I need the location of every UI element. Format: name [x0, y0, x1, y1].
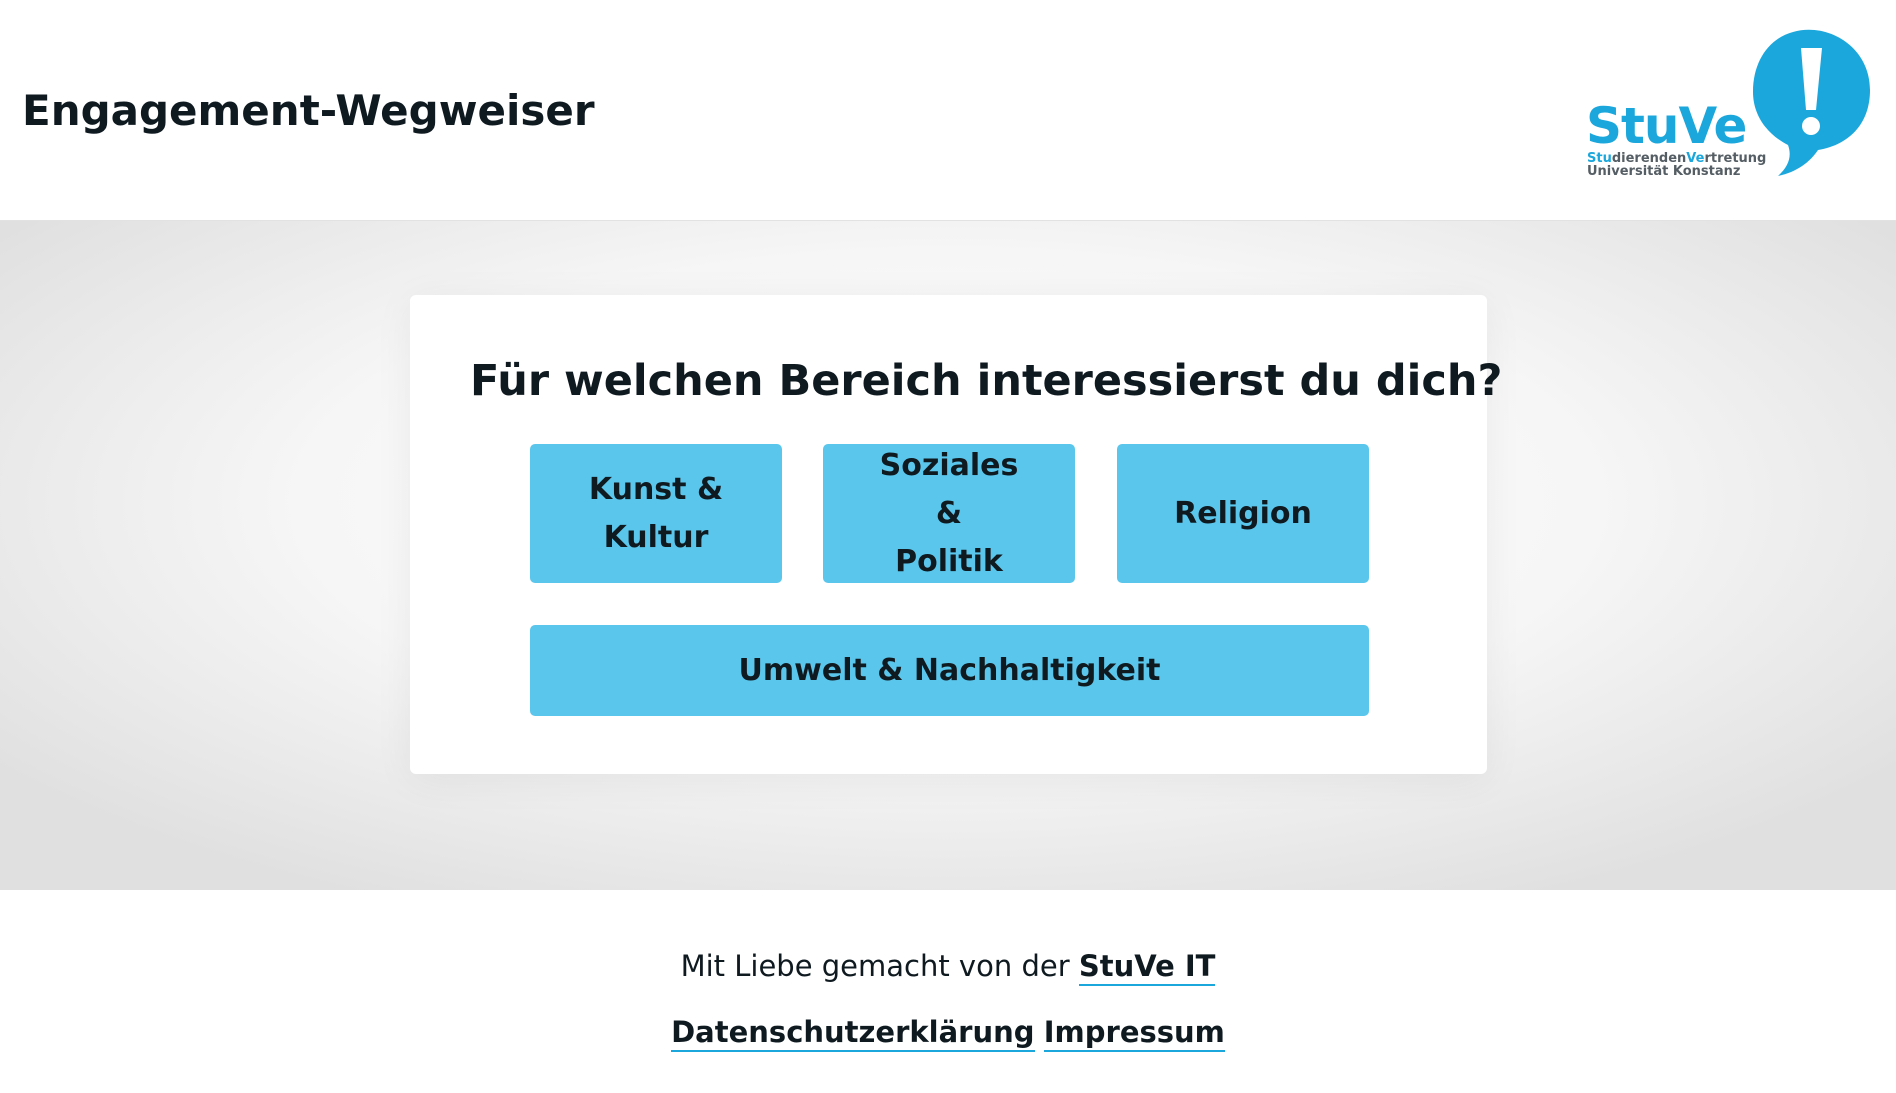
app-title: Engagement-Wegweiser: [22, 86, 595, 135]
option-button-kunst-kultur[interactable]: Kunst & Kultur: [530, 444, 782, 583]
option-button-soziales-politik[interactable]: Soziales & Politik: [823, 444, 1075, 583]
option-label-line2: Kultur: [603, 519, 709, 555]
imprint-link[interactable]: Impressum: [1043, 1015, 1225, 1052]
made-by-text: Mit Liebe gemacht von der: [680, 949, 1070, 983]
option-label-line1: Kunst &: [588, 471, 724, 507]
option-button-umwelt-nachhaltigkeit[interactable]: Umwelt & Nachhaltigkeit: [530, 625, 1369, 716]
option-label: Religion: [1174, 495, 1312, 531]
question-card: Für welchen Bereich interessierst du dic…: [410, 295, 1502, 774]
logo-subtitle-line2: Universität Konstanz: [1587, 164, 1741, 179]
question-heading: Für welchen Bereich interessierst du dic…: [470, 356, 1503, 406]
privacy-policy-link[interactable]: Datenschutzerklärung: [671, 1015, 1035, 1052]
option-label-line1: Soziales &: [879, 447, 1019, 531]
main-area: Für welchen Bereich interessierst du dic…: [0, 221, 1896, 890]
page-header: Engagement-Wegweiser StuVe StudierendenV…: [0, 0, 1896, 221]
stuve-logo[interactable]: StuVe StudierendenVertretung Universität…: [1582, 28, 1872, 180]
logo-wordmark: StuVe: [1586, 97, 1747, 155]
page-footer: Mit Liebe gemacht von der StuVe IT Daten…: [0, 890, 1896, 1093]
option-label-line2: Politik: [895, 543, 1003, 579]
option-button-religion[interactable]: Religion: [1117, 444, 1369, 583]
stuve-it-link[interactable]: StuVe IT: [1078, 949, 1216, 986]
option-label: Umwelt & Nachhaltigkeit: [738, 652, 1161, 688]
legal-links: Datenschutzerklärung Impressum: [0, 1012, 1896, 1052]
made-by-line: Mit Liebe gemacht von der StuVe IT: [0, 946, 1896, 986]
